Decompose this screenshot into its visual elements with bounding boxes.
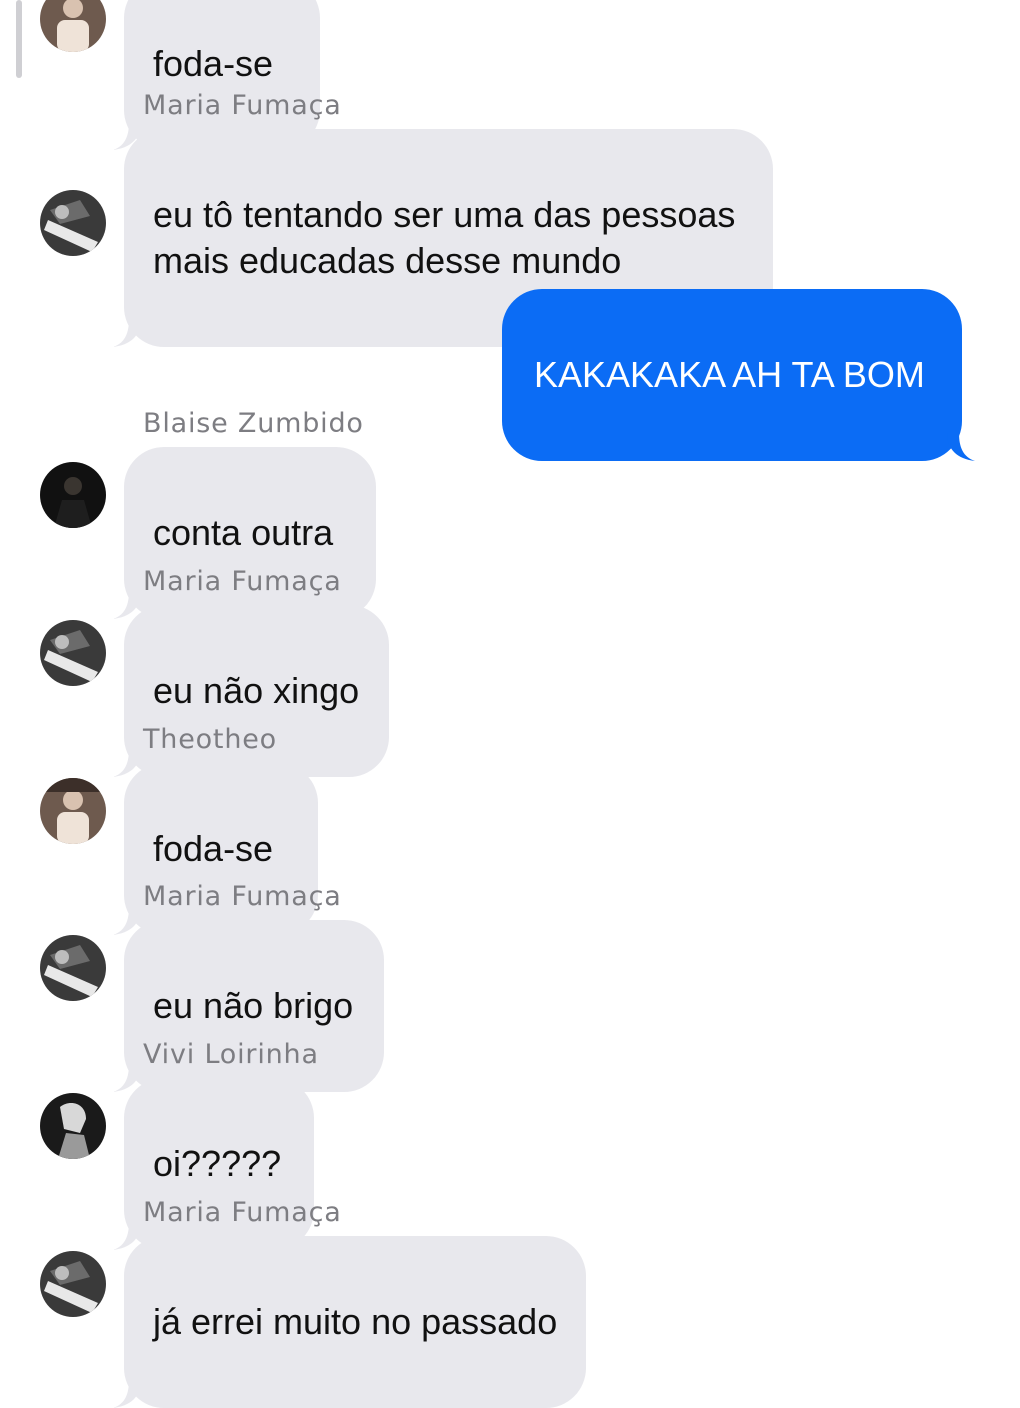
message-text: eu não brigo [153,985,354,1026]
avatar-theotheo[interactable] [40,0,106,52]
sender-name: Vivi Loirinha [143,1039,319,1070]
bubble-tail [113,1380,141,1408]
message-text: KAKAKAKA AH TA BOM [534,354,925,395]
sender-name: Maria Fumaça [143,881,342,912]
avatar-maria-fumaca[interactable] [40,190,106,256]
avatar-maria-fumaca[interactable] [40,620,106,686]
message-bubble[interactable]: foda-se [113,0,320,150]
sender-name: Maria Fumaça [143,566,342,597]
sender-name: Blaise Zumbido [143,408,364,439]
sender-name: Theotheo [143,724,277,755]
avatar-blaise-zumbido[interactable] [40,462,106,528]
outgoing-message-bubble[interactable]: KAKAKAKA AH TA BOM [502,289,975,461]
bubble-tail [113,319,141,347]
bubble-tail [947,433,975,461]
message-text: já errei muito no passado [153,1301,558,1342]
message-text: oi????? [153,1143,282,1184]
message-text: eu tô tentando ser uma das pessoas mais … [153,194,736,281]
sender-name: Maria Fumaça [143,90,342,121]
avatar-theotheo[interactable] [40,778,106,844]
message-text: foda-se [153,43,274,84]
scroll-indicator[interactable] [16,0,22,78]
message-text: foda-se [153,828,274,869]
message-bubble[interactable]: já errei muito no passado [113,1236,586,1408]
message-text: conta outra [153,512,334,553]
avatar-vivi-loirinha[interactable] [40,1093,106,1159]
avatar-maria-fumaca[interactable] [40,935,106,1001]
avatar-maria-fumaca[interactable] [40,1251,106,1317]
sender-name: Maria Fumaça [143,1197,342,1228]
message-text: eu não xingo [153,670,360,711]
